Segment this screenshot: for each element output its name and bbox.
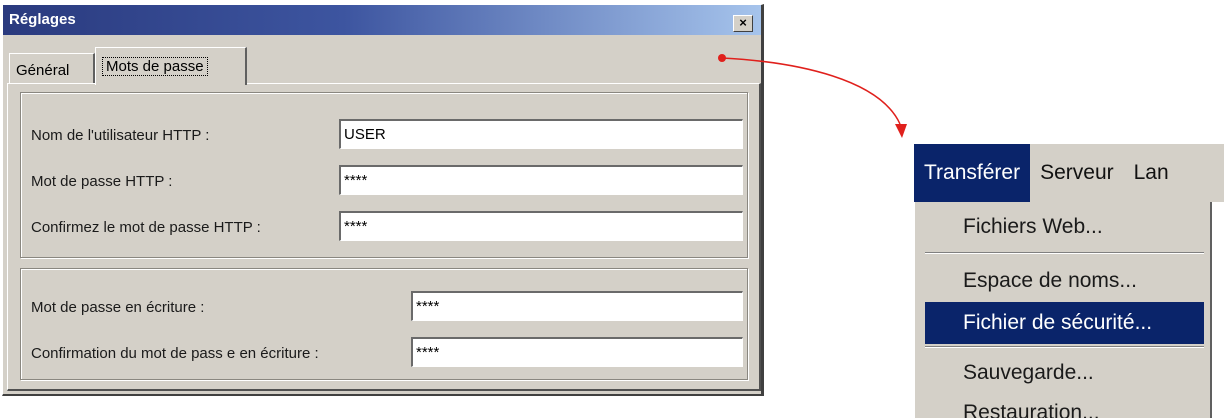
write-confirm-label: Confirmation du mot de pass e en écritur…: [31, 345, 319, 362]
dialog-title: Réglages: [9, 11, 76, 28]
tab-panel: Nom de l'utilisateur HTTP : Mot de passe…: [7, 83, 761, 391]
menu-bar: Transférer Serveur Lan: [914, 144, 1224, 202]
http-password-label: Mot de passe HTTP :: [31, 173, 173, 190]
write-password-label: Mot de passe en écriture :: [31, 299, 205, 316]
settings-dialog: Réglages × Général Mots de passe Nom de …: [2, 4, 764, 396]
menu-item-sauvegarde[interactable]: Sauvegarde...: [925, 352, 1204, 394]
tab-passwords[interactable]: Mots de passe: [95, 47, 247, 85]
tab-general-label: Général: [16, 62, 70, 79]
write-confirm-field[interactable]: [411, 337, 743, 367]
write-password-field[interactable]: [411, 291, 743, 321]
http-username-field[interactable]: [339, 119, 743, 149]
http-credentials-group: Nom de l'utilisateur HTTP : Mot de passe…: [20, 92, 748, 258]
http-confirm-label: Confirmez le mot de passe HTTP :: [31, 219, 261, 236]
menu-separator: [925, 346, 1204, 348]
http-username-label: Nom de l'utilisateur HTTP :: [31, 127, 210, 144]
menu-item-restauration[interactable]: Restauration...: [925, 392, 1204, 418]
menu-separator: [925, 252, 1204, 254]
http-confirm-field[interactable]: [339, 211, 743, 241]
tab-general[interactable]: Général: [9, 53, 95, 83]
menu-serveur[interactable]: Serveur: [1030, 144, 1124, 202]
menu-item-espace-de-noms[interactable]: Espace de noms...: [925, 260, 1204, 302]
arrow-head: [895, 124, 907, 138]
menu-item-fichier-de-securite[interactable]: Fichier de sécurité...: [925, 302, 1204, 344]
tab-passwords-label: Mots de passe: [102, 57, 208, 76]
title-bar[interactable]: Réglages ×: [3, 5, 761, 35]
write-password-group: Mot de passe en écriture : Confirmation …: [20, 268, 748, 380]
close-icon[interactable]: ×: [733, 15, 753, 32]
menu-lan[interactable]: Lan: [1124, 144, 1179, 202]
menu-transferer[interactable]: Transférer: [914, 144, 1031, 202]
transferer-dropdown: Fichiers Web... Espace de noms... Fichie…: [914, 202, 1212, 418]
menu-item-fichiers-web[interactable]: Fichiers Web...: [925, 206, 1204, 248]
http-password-field[interactable]: [339, 165, 743, 195]
